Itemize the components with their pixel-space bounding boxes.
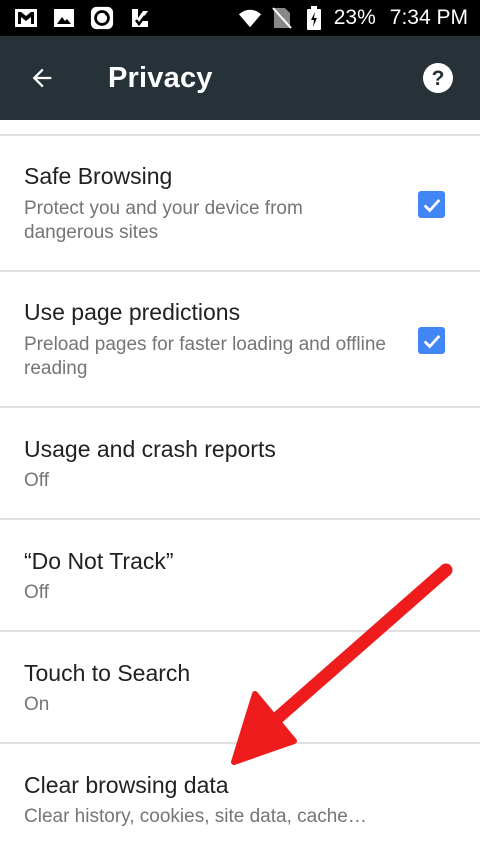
sync-app-icon	[90, 6, 114, 30]
setting-title: Touch to Search	[24, 660, 191, 686]
help-button[interactable]: ?	[396, 36, 480, 120]
delivery-icon	[128, 6, 152, 30]
setting-touch-to-search[interactable]: Touch to Search On	[0, 632, 480, 744]
setting-subtitle: Preload pages for faster loading and off…	[24, 334, 386, 379]
setting-page-predictions[interactable]: Use page predictions Preload pages for f…	[0, 272, 480, 408]
setting-usage-crash-reports[interactable]: Usage and crash reports Off	[0, 408, 480, 520]
battery-charging-icon	[302, 6, 326, 30]
safe-browsing-checkbox[interactable]	[418, 191, 445, 218]
setting-subtitle: Off	[24, 582, 49, 603]
help-icon: ?	[423, 63, 453, 93]
back-button[interactable]	[0, 36, 84, 120]
no-sim-icon	[270, 6, 294, 30]
gmail-icon	[14, 6, 38, 30]
settings-list: Safe Browsing Protect you and your devic…	[0, 120, 480, 854]
wifi-icon	[238, 6, 262, 30]
setting-subtitle: Clear history, cookies, site data, cache…	[24, 806, 367, 827]
setting-title: Usage and crash reports	[24, 436, 276, 462]
setting-title: “Do Not Track”	[24, 548, 174, 574]
setting-do-not-track[interactable]: “Do Not Track” Off	[0, 520, 480, 632]
setting-title: Clear browsing data	[24, 772, 229, 798]
check-icon	[423, 198, 440, 212]
clock: 7:34 PM	[389, 6, 468, 29]
setting-clear-browsing-data[interactable]: Clear browsing data Clear history, cooki…	[0, 744, 480, 854]
setting-title: Use page predictions	[24, 299, 241, 325]
setting-subtitle: On	[24, 694, 50, 715]
system-status: 23% 7:34 PM	[238, 6, 468, 30]
page-predictions-checkbox[interactable]	[418, 327, 445, 354]
app-toolbar: Privacy ?	[0, 36, 480, 120]
battery-percent: 23%	[333, 6, 376, 29]
status-bar: 23% 7:34 PM	[0, 0, 480, 36]
setting-safe-browsing[interactable]: Safe Browsing Protect you and your devic…	[0, 136, 480, 272]
svg-text:?: ?	[432, 67, 445, 90]
notification-icons	[14, 6, 152, 30]
arrow-back-icon	[32, 68, 52, 88]
page-title: Privacy	[108, 61, 213, 94]
setting-subtitle: Off	[24, 470, 49, 491]
check-icon	[423, 334, 440, 348]
image-icon	[52, 6, 76, 30]
setting-subtitle: Protect you and your device from dangero…	[24, 198, 303, 243]
setting-title: Safe Browsing	[24, 163, 173, 189]
